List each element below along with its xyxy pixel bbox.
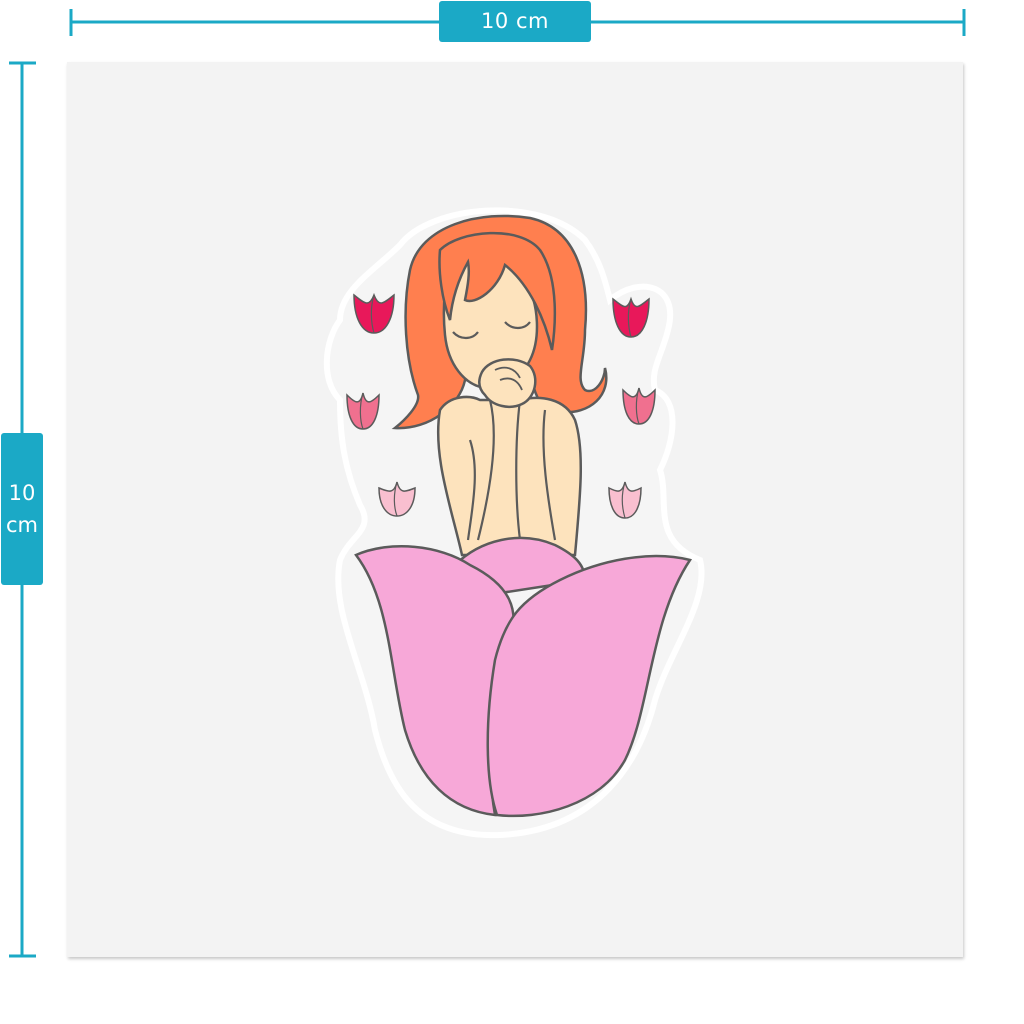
clasped-hands [478,358,537,408]
sticker-illustration [323,207,705,839]
body [436,395,583,557]
product-preview: 10 cm 10 cm [0,0,1024,1024]
